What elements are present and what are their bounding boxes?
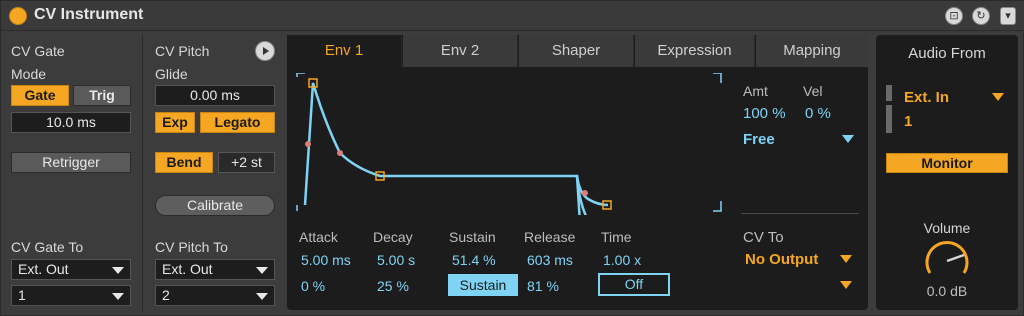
release-curve-handle[interactable] [582, 190, 588, 196]
gate-mode-button[interactable]: Gate [11, 85, 69, 106]
gate-time-field[interactable]: 10.0 ms [11, 112, 131, 133]
column-divider [142, 35, 143, 311]
volume-knob[interactable] [922, 237, 972, 279]
decay-value[interactable]: 5.00 s [377, 252, 415, 268]
tab-mapping[interactable]: Mapping [756, 35, 868, 67]
trig-mode-button[interactable]: Trig [73, 85, 131, 106]
envelope-display[interactable] [295, 73, 727, 215]
chevron-down-icon [112, 293, 124, 300]
tab-shaper[interactable]: Shaper [519, 35, 634, 67]
chevron-down-icon [256, 293, 268, 300]
play-icon [263, 47, 269, 55]
column-divider [871, 35, 872, 311]
title-bar: CV Instrument ⊡ ↻ ▾ [1, 1, 1024, 31]
velocity-label: Vel [803, 83, 823, 99]
loop-mode-button[interactable]: Off [598, 273, 670, 296]
sustain-mode-button[interactable]: Sustain [448, 274, 518, 296]
release-slope-value[interactable]: 81 % [527, 278, 559, 294]
velocity-value[interactable]: 0 % [805, 105, 831, 122]
glide-time-field[interactable]: 0.00 ms [155, 85, 275, 106]
audio-channel-value[interactable]: 1 [904, 113, 912, 130]
release-segment [575, 175, 612, 210]
calibrate-button[interactable]: Calibrate [155, 195, 275, 216]
input-meter-left [886, 85, 892, 101]
save-preset-icon[interactable]: ▾ [1000, 7, 1016, 25]
release-value[interactable]: 603 ms [527, 252, 573, 268]
tab-env-2[interactable]: Env 2 [403, 35, 518, 67]
sustain-value[interactable]: 51.4 % [452, 252, 496, 268]
legato-toggle[interactable]: Legato [200, 112, 275, 133]
attack-value[interactable]: 5.00 ms [301, 252, 351, 268]
envelope-curve [303, 82, 581, 215]
chevron-down-icon[interactable] [840, 255, 852, 265]
play-preview-button[interactable] [255, 41, 275, 61]
cv-gate-mode-label: Mode [11, 66, 47, 82]
divider [741, 213, 859, 214]
bend-toggle[interactable]: Bend [155, 152, 213, 173]
cv-pitch-channel-value: 2 [162, 287, 170, 303]
cv-pitch-to-label: CV Pitch To [155, 239, 228, 255]
glide-label: Glide [155, 66, 188, 82]
device-title: CV Instrument [34, 6, 144, 23]
amount-label: Amt [743, 83, 768, 99]
envelope-panel: Env 1 Env 2 Shaper Expression Mapping Am… [287, 35, 868, 310]
cv-pitch-output-value: Ext. Out [162, 261, 213, 277]
cv-to-value[interactable]: No Output [745, 251, 818, 268]
envelope-corner-top-right [713, 73, 722, 83]
envelope-corner-bottom-right [713, 201, 722, 212]
cv-gate-channel-value: 1 [18, 287, 26, 303]
exp-glide-toggle[interactable]: Exp [155, 112, 195, 133]
envelope-corner-top-left [296, 73, 305, 77]
decay-slope-value[interactable]: 25 % [377, 278, 409, 294]
attack-label: Attack [299, 229, 338, 245]
time-value[interactable]: 1.00 x [603, 252, 641, 268]
release-label: Release [524, 229, 576, 245]
hot-swap-icon[interactable]: ⊡ [945, 7, 963, 25]
retrigger-button[interactable]: Retrigger [11, 152, 131, 173]
cv-gate-output-value: Ext. Out [18, 261, 69, 277]
time-label: Time [601, 229, 632, 245]
preset-cycle-icon[interactable]: ↻ [972, 7, 990, 25]
chevron-down-icon[interactable] [840, 281, 852, 291]
cv-pitch-channel-select[interactable]: 2 [155, 285, 275, 306]
volume-value[interactable]: 0.0 dB [876, 283, 1018, 299]
decay-curve-handle[interactable] [337, 150, 343, 156]
cv-gate-header: CV Gate [11, 43, 65, 59]
device-power-toggle[interactable] [9, 7, 27, 25]
input-meter-right [886, 105, 892, 133]
chevron-down-icon [112, 267, 124, 274]
cv-gate-output-select[interactable]: Ext. Out [11, 259, 131, 280]
decay-label: Decay [373, 229, 413, 245]
amount-value[interactable]: 100 % [743, 105, 786, 122]
cv-pitch-output-select[interactable]: Ext. Out [155, 259, 275, 280]
chevron-down-icon[interactable] [842, 135, 854, 145]
monitor-button[interactable]: Monitor [886, 153, 1008, 173]
cv-gate-channel-select[interactable]: 1 [11, 285, 131, 306]
cv-to-label: CV To [743, 229, 784, 246]
tab-expression[interactable]: Expression [635, 35, 755, 67]
attack-curve-handle[interactable] [305, 141, 311, 147]
envelope-mode-value[interactable]: Free [743, 131, 775, 148]
tab-env-1[interactable]: Env 1 [287, 35, 402, 67]
cv-gate-to-label: CV Gate To [11, 239, 84, 255]
audio-input-value[interactable]: Ext. In [904, 89, 949, 106]
audio-from-header: Audio From [908, 45, 986, 62]
volume-label: Volume [923, 220, 971, 236]
bend-range-field[interactable]: +2 st [218, 152, 275, 173]
tab-bar: Env 1 Env 2 Shaper Expression Mapping [287, 35, 868, 67]
cv-instrument-device: CV Instrument ⊡ ↻ ▾ CV Gate Mode Gate Tr… [0, 0, 1024, 316]
audio-from-panel: Audio From Ext. In 1 Monitor Volume 0.0 … [876, 35, 1018, 310]
chevron-down-icon [256, 267, 268, 274]
chevron-down-icon[interactable] [992, 93, 1004, 103]
cv-pitch-header: CV Pitch [155, 43, 210, 59]
sustain-label: Sustain [449, 229, 496, 245]
attack-slope-value[interactable]: 0 % [301, 278, 325, 294]
